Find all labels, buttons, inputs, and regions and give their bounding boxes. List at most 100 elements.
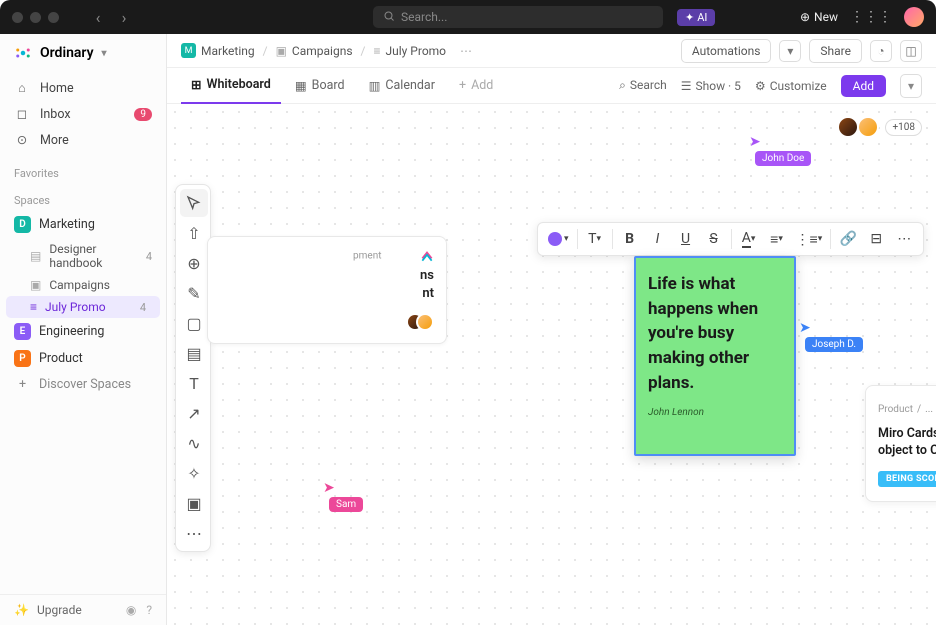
view-search[interactable]: ⌕ Search (619, 78, 667, 93)
task-crumb-ellipsis[interactable]: ... (925, 404, 933, 415)
tab-whiteboard-label: Whiteboard (206, 77, 270, 92)
shape-tool[interactable]: ▢ (180, 309, 208, 337)
eye-icon: ☰ (681, 79, 692, 93)
strike-button[interactable]: S (701, 226, 727, 252)
global-search[interactable]: Search... (373, 6, 663, 28)
gear-icon: ⚙ (755, 79, 766, 93)
space-product-label: Product (39, 351, 83, 366)
nav-inbox[interactable]: ◻ Inbox 9 (0, 101, 166, 127)
tab-calendar[interactable]: ▥ Calendar (359, 68, 445, 104)
sparkle-icon: ✨ (14, 603, 29, 617)
apps-grid-icon[interactable]: ⋮⋮⋮ (850, 9, 892, 25)
image-tool[interactable]: ▣ (180, 489, 208, 517)
workspace-switcher[interactable]: Ordinary ▾ (0, 34, 166, 72)
view-search-label: Search (630, 78, 667, 93)
text-tool[interactable]: T (180, 369, 208, 397)
status-badge[interactable]: BEING SCOPED (878, 471, 936, 487)
help-icon[interactable]: ? (146, 603, 152, 617)
new-button[interactable]: ⊕ New (800, 10, 838, 24)
list-designer-handbook[interactable]: ▤ Designer handbook 4 (0, 238, 166, 274)
tab-board[interactable]: ▦ Board (285, 68, 355, 104)
task-title[interactable]: Miro Cards | Convert Miro object to Clic… (878, 426, 936, 460)
view-show[interactable]: ☰ Show · 5 (681, 79, 741, 93)
presence-avatar[interactable] (837, 116, 859, 138)
select-tool[interactable] (180, 189, 208, 217)
share-button[interactable]: Share (809, 39, 862, 63)
sticky-note[interactable]: Life is what happens when you're busy ma… (634, 256, 796, 456)
minimize-dot[interactable] (30, 12, 41, 23)
frame-tool[interactable]: ⊕ (180, 249, 208, 277)
underline-button[interactable]: U (673, 226, 699, 252)
whiteboard-canvas[interactable]: +108 ⇧ ⊕ ✎ ▢ ▤ T ↗ ∿ ✧ ▣ ⋯ pment (167, 104, 936, 625)
list-button[interactable]: ⋮≡▾ (792, 226, 827, 252)
ai-button[interactable]: ✦ AI (677, 9, 715, 26)
list-july-promo[interactable]: ≡ July Promo 4 (6, 296, 160, 318)
task-card[interactable]: Product / ... / Member Development Miro … (865, 385, 936, 502)
crumb-space[interactable]: M Marketing (181, 43, 255, 58)
more-tools[interactable]: ⋯ (180, 519, 208, 547)
presence-avatar[interactable] (857, 116, 879, 138)
folder-icon: ▣ (30, 278, 41, 292)
add-dropdown[interactable]: ▾ (900, 74, 922, 98)
person-icon[interactable]: ◉ (126, 603, 136, 617)
fill-color[interactable]: ▾ (544, 226, 573, 252)
nav-home[interactable]: ⌂ Home (0, 76, 166, 101)
panel-icon[interactable]: ◫ (900, 40, 922, 62)
italic-button[interactable]: I (645, 226, 671, 252)
bold-button[interactable]: B (617, 226, 643, 252)
space-engineering-label: Engineering (39, 324, 104, 339)
more-format[interactable]: ⋯ (891, 226, 917, 252)
link-button[interactable]: 🔗 (835, 226, 861, 252)
link-tool[interactable]: ∿ (180, 429, 208, 457)
hand-tool[interactable]: ⇧ (180, 219, 208, 247)
space-marketing[interactable]: D Marketing (0, 211, 166, 238)
task-button[interactable]: ⊟ (863, 226, 889, 252)
back-button[interactable]: ‹ (87, 6, 109, 28)
maximize-dot[interactable] (48, 12, 59, 23)
automations-button[interactable]: Automations (681, 39, 772, 63)
view-customize[interactable]: ⚙ Customize (755, 79, 827, 93)
font-size[interactable]: T▾ (582, 226, 608, 252)
user-avatar[interactable] (904, 7, 924, 27)
notification-icon[interactable]: ◔ (870, 40, 892, 62)
connector-tool[interactable]: ↗ (180, 399, 208, 427)
tab-board-label: Board (312, 78, 345, 93)
space-product[interactable]: P Product (0, 345, 166, 372)
workspace-icon (14, 44, 32, 62)
crumb-list[interactable]: ≡ July Promo (373, 44, 446, 58)
align-button[interactable]: ≡▾ (764, 226, 790, 252)
close-dot[interactable] (12, 12, 23, 23)
space-engineering[interactable]: E Engineering (0, 318, 166, 345)
crumb-folder[interactable]: ▣ Campaigns (276, 44, 353, 58)
discover-spaces[interactable]: + Discover Spaces (0, 372, 166, 397)
presence-more-count[interactable]: +108 (885, 119, 922, 136)
chevron-down-icon: ▾ (102, 48, 107, 59)
nav-more[interactable]: ⊙ More (0, 127, 166, 153)
crumb-list-label: July Promo (385, 44, 446, 58)
avatar[interactable] (416, 313, 434, 331)
favorites-header: Favorites (0, 157, 166, 184)
tab-calendar-label: Calendar (385, 78, 435, 93)
ai-tool[interactable]: ✧ (180, 459, 208, 487)
upgrade-link[interactable]: Upgrade (37, 603, 82, 617)
add-button[interactable]: Add (841, 75, 886, 97)
card-title-fragment: ns nt (220, 267, 434, 303)
search-icon: ⌕ (619, 78, 626, 93)
ai-label: AI (697, 11, 707, 24)
sticky-tool[interactable]: ▤ (180, 339, 208, 367)
marketing-avatar: D (14, 216, 31, 233)
july-count: 4 (140, 301, 146, 314)
text-color[interactable]: A▾ (736, 226, 762, 252)
task-crumb-space[interactable]: Product (878, 404, 913, 415)
list-icon: ≡ (30, 300, 37, 314)
sticky-quote-text[interactable]: Life is what happens when you're busy ma… (648, 272, 782, 395)
folder-campaigns[interactable]: ▣ Campaigns (0, 274, 166, 296)
designer-count: 4 (146, 250, 152, 263)
more-icon[interactable]: ⋯ (460, 44, 472, 58)
forward-button[interactable]: › (113, 6, 135, 28)
task-card-partial[interactable]: pment ns nt (207, 236, 447, 344)
automations-dropdown[interactable]: ▾ (779, 40, 801, 62)
pen-tool[interactable]: ✎ (180, 279, 208, 307)
tab-add-view[interactable]: + Add (449, 68, 503, 104)
tab-whiteboard[interactable]: ⊞ Whiteboard (181, 68, 281, 104)
